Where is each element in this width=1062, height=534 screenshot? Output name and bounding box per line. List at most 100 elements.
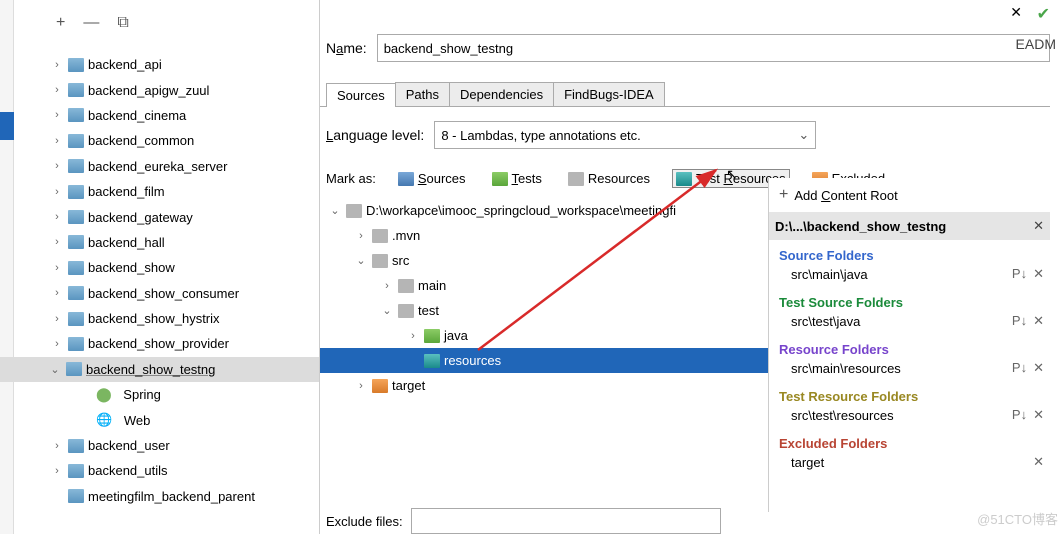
chevron-right-icon: › bbox=[354, 380, 368, 392]
content-root-header[interactable]: D:\...\backend_show_testng✕ bbox=[769, 212, 1050, 240]
tests-folder-icon bbox=[424, 329, 440, 343]
exclude-files-input[interactable] bbox=[411, 508, 721, 534]
mark-resources-button[interactable]: Resources bbox=[564, 169, 654, 188]
combo-value: 8 - Lambdas, type annotations etc. bbox=[441, 128, 640, 143]
tree-label: backend_show_consumer bbox=[88, 286, 239, 301]
chevron-right-icon: › bbox=[50, 313, 64, 325]
module-folder-icon bbox=[68, 286, 84, 300]
folder-icon bbox=[398, 304, 414, 318]
plus-icon: + bbox=[779, 186, 788, 204]
watermark: @51CTO博客 bbox=[977, 509, 1058, 528]
chevron-right-icon: › bbox=[50, 211, 64, 223]
tree-item-backend-utils[interactable]: ›backend_utils bbox=[0, 458, 319, 483]
tree-item-backend-eureka-server[interactable]: ›backend_eureka_server bbox=[0, 154, 319, 179]
module-folder-icon bbox=[68, 83, 84, 97]
tree-item-backend-show-testng[interactable]: ⌄ backend_show_testng bbox=[0, 357, 319, 382]
remove-icon[interactable]: ✕ bbox=[1033, 360, 1044, 376]
excluded-folder-item[interactable]: target✕ bbox=[779, 451, 1044, 479]
chevron-right-icon: › bbox=[50, 440, 64, 452]
module-name-input[interactable] bbox=[377, 34, 1050, 62]
source-folder-item[interactable]: src\main\javaP↓✕ bbox=[779, 263, 1044, 291]
test-source-folder-item[interactable]: src\test\javaP↓✕ bbox=[779, 310, 1044, 338]
remove-icon[interactable]: ✕ bbox=[1033, 313, 1044, 329]
project-tree-panel: + — ⧉ ›backend_api ›backend_apigw_zuul ›… bbox=[0, 0, 320, 534]
ft-label: test bbox=[418, 303, 439, 318]
tree-item-spring[interactable]: ⬤ Spring bbox=[0, 382, 319, 407]
content-roots-panel: +Add Content Root D:\...\backend_show_te… bbox=[768, 178, 1050, 512]
tree-item-web[interactable]: 🌐 Web bbox=[0, 407, 319, 432]
module-tabs: Sources Paths Dependencies FindBugs-IDEA bbox=[320, 82, 1050, 107]
ft-label: .mvn bbox=[392, 228, 420, 243]
module-folder-icon bbox=[68, 210, 84, 224]
remove-icon[interactable]: ✕ bbox=[1033, 454, 1044, 470]
p-badge[interactable]: P↓ bbox=[1012, 407, 1027, 423]
remove-icon[interactable]: ✕ bbox=[1033, 407, 1044, 423]
copy-module-icon[interactable]: ⧉ bbox=[117, 14, 128, 32]
tree-item-backend-api[interactable]: ›backend_api bbox=[0, 52, 319, 77]
tree-label: meetingfilm_backend_parent bbox=[88, 489, 255, 504]
language-level-combo[interactable]: 8 - Lambdas, type annotations etc. ⌄ bbox=[434, 121, 816, 149]
p-badge[interactable]: P↓ bbox=[1012, 313, 1027, 329]
mark-sources-button[interactable]: Sources bbox=[394, 169, 470, 188]
mark-tests-button[interactable]: Tests bbox=[488, 169, 546, 188]
tab-sources[interactable]: Sources bbox=[326, 83, 396, 107]
ft-label: main bbox=[418, 278, 446, 293]
tree-item-backend-gateway[interactable]: ›backend_gateway bbox=[0, 204, 319, 229]
exclude-files-row: Exclude files: bbox=[326, 508, 721, 534]
p-badge[interactable]: P↓ bbox=[1012, 266, 1027, 282]
module-folder-icon bbox=[66, 362, 82, 376]
tab-paths[interactable]: Paths bbox=[395, 82, 450, 106]
tree-item-backend-apigw-zuul[interactable]: ›backend_apigw_zuul bbox=[0, 77, 319, 102]
folder-path: src\test\resources bbox=[791, 408, 894, 423]
tree-item-backend-hall[interactable]: ›backend_hall bbox=[0, 230, 319, 255]
module-folder-icon bbox=[68, 337, 84, 351]
p-badge[interactable]: P↓ bbox=[1012, 360, 1027, 376]
chevron-down-icon: ⌄ bbox=[48, 363, 62, 376]
tree-label: backend_show_provider bbox=[88, 336, 229, 351]
name-row: Name: bbox=[320, 20, 1050, 76]
module-folder-icon bbox=[68, 58, 84, 72]
test-resources-folder-icon bbox=[676, 172, 692, 186]
remove-icon[interactable]: ✕ bbox=[1033, 266, 1044, 282]
remove-root-icon[interactable]: ✕ bbox=[1033, 218, 1044, 234]
add-module-icon[interactable]: + bbox=[56, 14, 65, 32]
test-resource-folders-title: Test Resource Folders bbox=[779, 389, 1044, 404]
module-folder-icon bbox=[68, 235, 84, 249]
tree-item-backend-common[interactable]: ›backend_common bbox=[0, 128, 319, 153]
chevron-right-icon: › bbox=[50, 465, 64, 477]
chevron-right-icon: › bbox=[50, 186, 64, 198]
remove-module-icon[interactable]: — bbox=[83, 14, 99, 32]
folder-icon bbox=[372, 229, 388, 243]
tree-item-backend-cinema[interactable]: ›backend_cinema bbox=[0, 103, 319, 128]
add-content-root-button[interactable]: +Add Content Root bbox=[779, 186, 1044, 204]
tree-label: backend_common bbox=[88, 133, 194, 148]
tree-label: backend_film bbox=[88, 184, 165, 199]
tree-item-backend-show-consumer[interactable]: ›backend_show_consumer bbox=[0, 281, 319, 306]
tree-label: backend_apigw_zuul bbox=[88, 83, 209, 98]
tree-label: backend_show_testng bbox=[86, 362, 215, 377]
folder-icon bbox=[372, 254, 388, 268]
module-folder-icon bbox=[68, 134, 84, 148]
tree-item-backend-user[interactable]: › backend_user bbox=[0, 433, 319, 458]
module-settings-panel: ✕ ✔ EADM Name: Sources Paths Dependencie… bbox=[320, 0, 1050, 534]
check-icon[interactable]: ✔ bbox=[1037, 4, 1050, 24]
tree-item-backend-show-provider[interactable]: ›backend_show_provider bbox=[0, 331, 319, 356]
tree-item-meetingfilm-backend-parent[interactable]: meetingfilm_backend_parent bbox=[0, 484, 319, 509]
tab-findbugs[interactable]: FindBugs-IDEA bbox=[553, 82, 665, 106]
test-resource-folder-item[interactable]: src\test\resources P↓ ✕ bbox=[779, 404, 1044, 432]
folder-icon bbox=[346, 204, 362, 218]
resource-folder-item[interactable]: src\main\resourcesP↓✕ bbox=[779, 357, 1044, 385]
project-tree: ›backend_api ›backend_apigw_zuul ›backen… bbox=[0, 46, 319, 509]
tree-item-backend-show-hystrix[interactable]: ›backend_show_hystrix bbox=[0, 306, 319, 331]
tab-dependencies[interactable]: Dependencies bbox=[449, 82, 554, 106]
ft-label: src bbox=[392, 253, 409, 268]
module-folder-icon bbox=[68, 464, 84, 478]
module-folder-icon bbox=[68, 108, 84, 122]
tree-item-backend-show[interactable]: ›backend_show bbox=[0, 255, 319, 280]
tests-folder-icon bbox=[492, 172, 508, 186]
module-folder-icon bbox=[68, 261, 84, 275]
close-icon[interactable]: ✕ bbox=[1010, 4, 1022, 21]
chevron-right-icon: › bbox=[50, 59, 64, 71]
tree-item-backend-film[interactable]: › backend_film bbox=[0, 179, 319, 204]
tree-label: backend_user bbox=[88, 438, 170, 453]
